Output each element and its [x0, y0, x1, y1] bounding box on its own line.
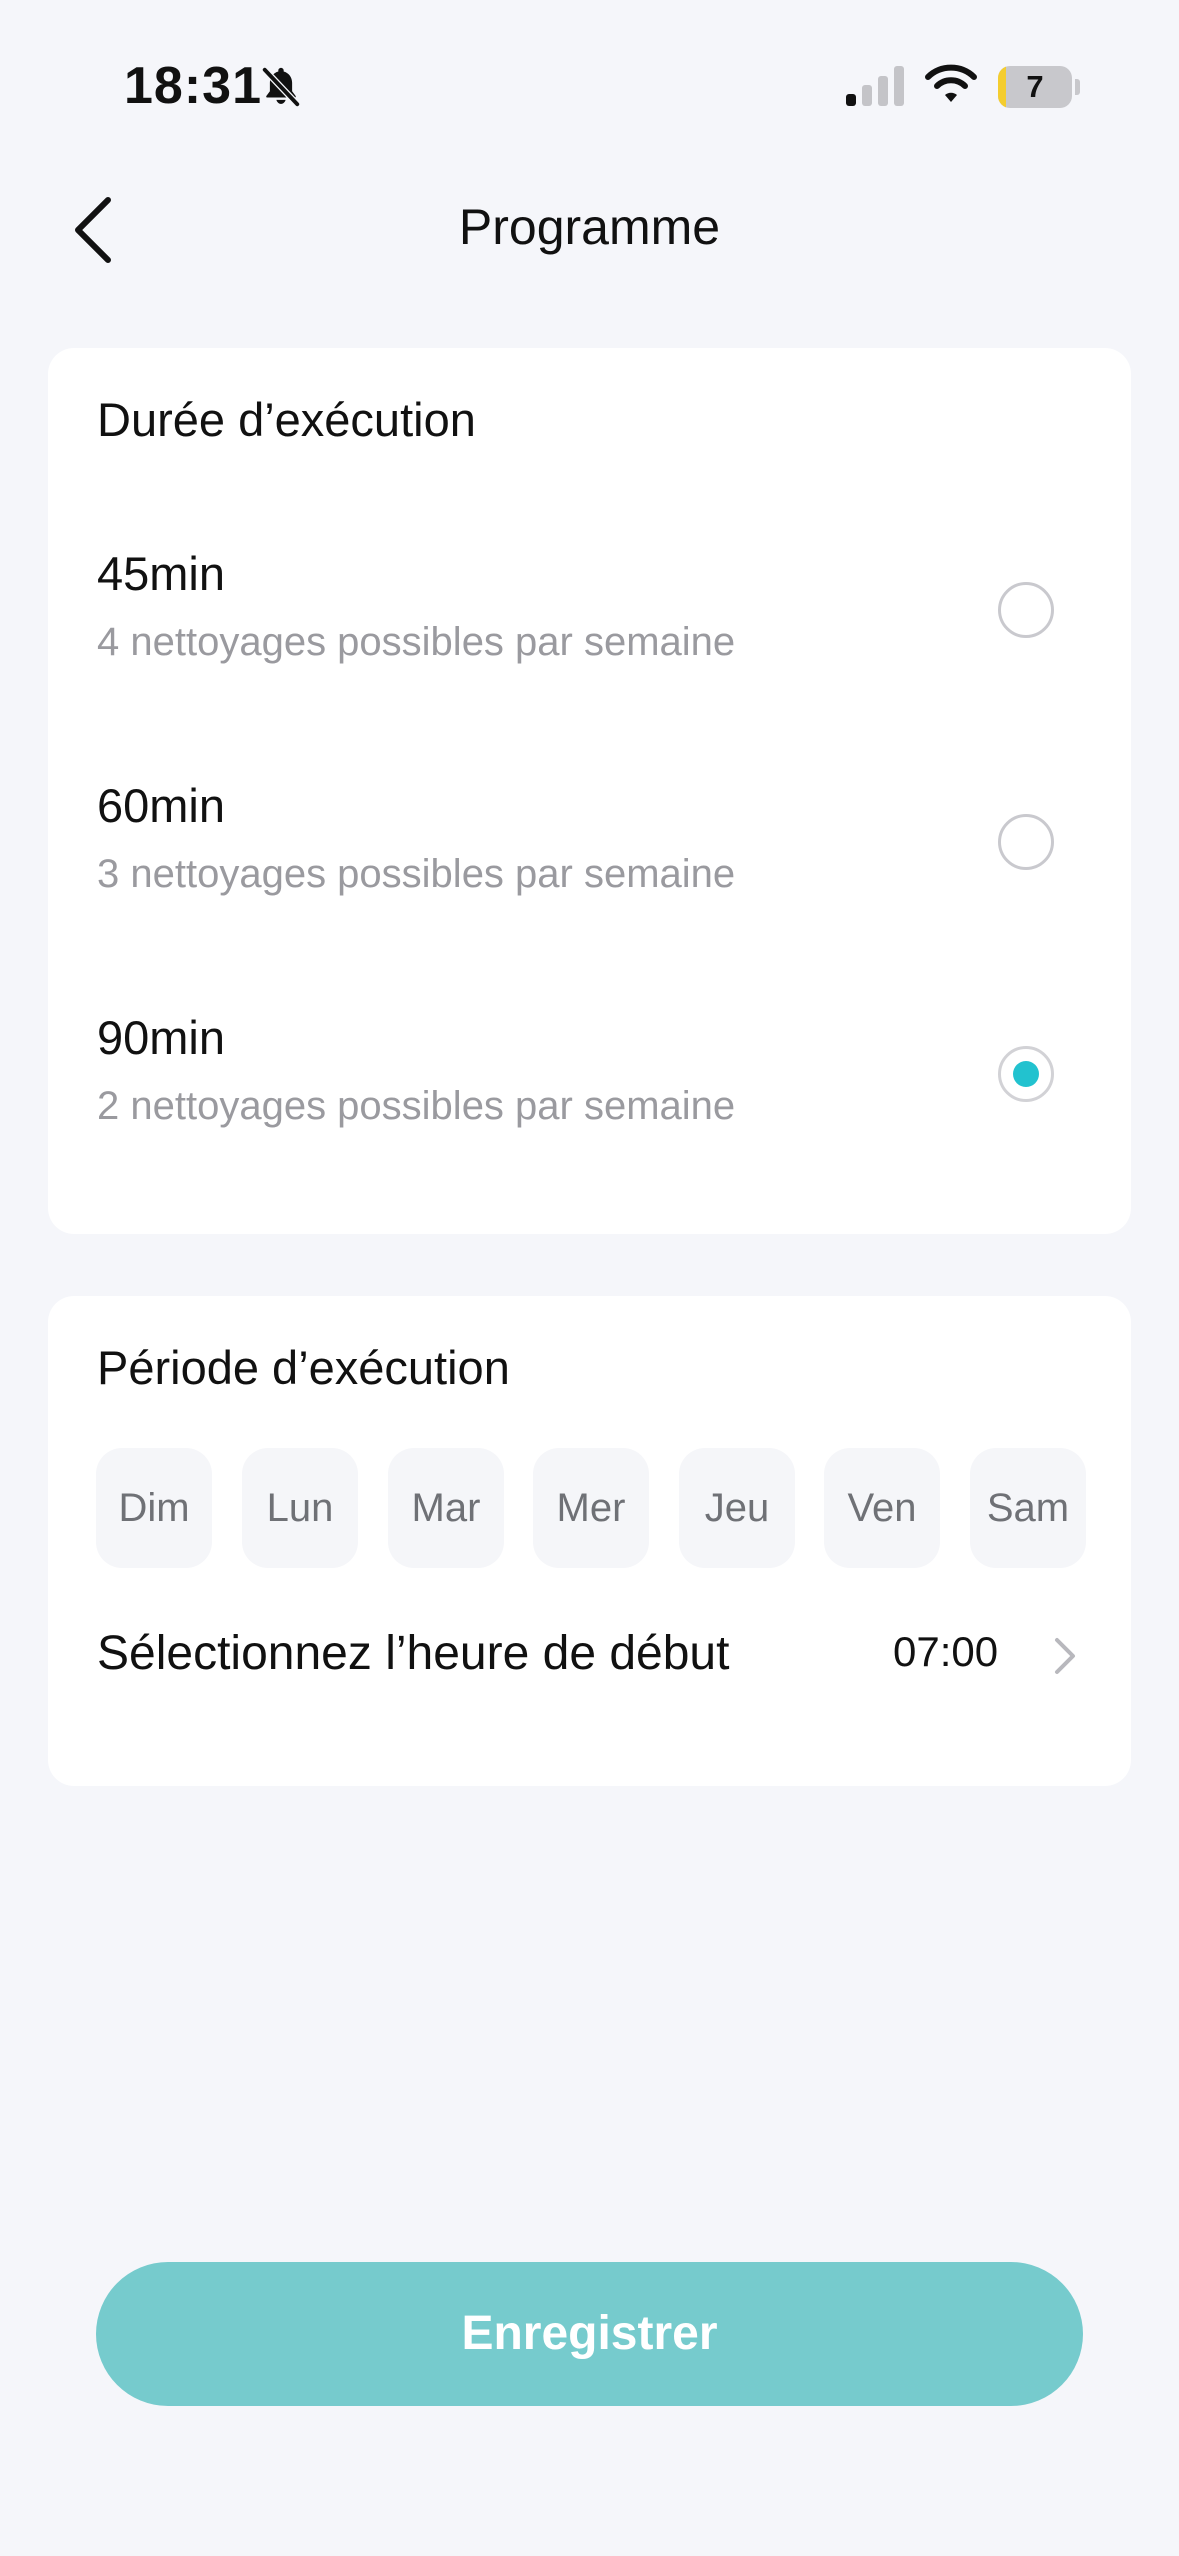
radio-button[interactable] [998, 582, 1054, 638]
option-label: 60min [97, 779, 226, 832]
bell-off-icon [261, 66, 301, 108]
page-title: Programme [458, 199, 721, 255]
day-chip-mar[interactable]: Mar [388, 1448, 504, 1568]
day-chip-mer[interactable]: Mer [533, 1448, 649, 1568]
option-label: 90min [97, 1011, 226, 1064]
duration-card: Durée d’exécution 45min 4 nettoyages pos… [48, 348, 1131, 1234]
start-time-label: Sélectionnez l’heure de début [97, 1627, 730, 1680]
day-chip-dim[interactable]: Dim [96, 1448, 212, 1568]
period-card: Période d’exécution Dim Lun Mar Mer Jeu … [48, 1296, 1131, 1786]
day-chip-jeu[interactable]: Jeu [679, 1448, 795, 1568]
status-time: 18:31 [124, 57, 262, 115]
radio-selected-dot [1013, 1061, 1039, 1087]
period-title: Période d’exécution [97, 1341, 510, 1394]
option-description: 2 nettoyages possibles par semaine [97, 1084, 736, 1128]
save-button[interactable]: Enregistrer [96, 2262, 1083, 2406]
wifi-icon [925, 64, 977, 102]
duration-title: Durée d’exécution [97, 393, 476, 446]
day-chip-ven[interactable]: Ven [824, 1448, 940, 1568]
option-label: 45min [97, 547, 226, 600]
start-time-value: 07:00 [893, 1628, 999, 1675]
duration-option-60min[interactable]: 60min 3 nettoyages possibles par semaine [48, 778, 1131, 978]
duration-option-45min[interactable]: 45min 4 nettoyages possibles par semaine [48, 546, 1131, 746]
battery-level: 7 [1026, 69, 1044, 104]
option-description: 3 nettoyages possibles par semaine [97, 852, 736, 896]
radio-button-selected[interactable] [998, 1046, 1054, 1102]
day-chip-lun[interactable]: Lun [242, 1448, 358, 1568]
signal-icon [846, 66, 904, 106]
status-bar: 18:31 7 [0, 0, 1179, 170]
day-chip-sam[interactable]: Sam [970, 1448, 1086, 1568]
duration-option-90min[interactable]: 90min 2 nettoyages possibles par semaine [48, 1010, 1131, 1210]
radio-button[interactable] [998, 814, 1054, 870]
start-time-row[interactable]: Sélectionnez l’heure de début 07:00 [48, 1596, 1131, 1716]
option-description: 4 nettoyages possibles par semaine [97, 620, 736, 664]
chevron-right-icon [1055, 1638, 1075, 1674]
battery-icon: 7 [998, 66, 1080, 108]
day-selector: Dim Lun Mar Mer Jeu Ven Sam [96, 1448, 1096, 1568]
